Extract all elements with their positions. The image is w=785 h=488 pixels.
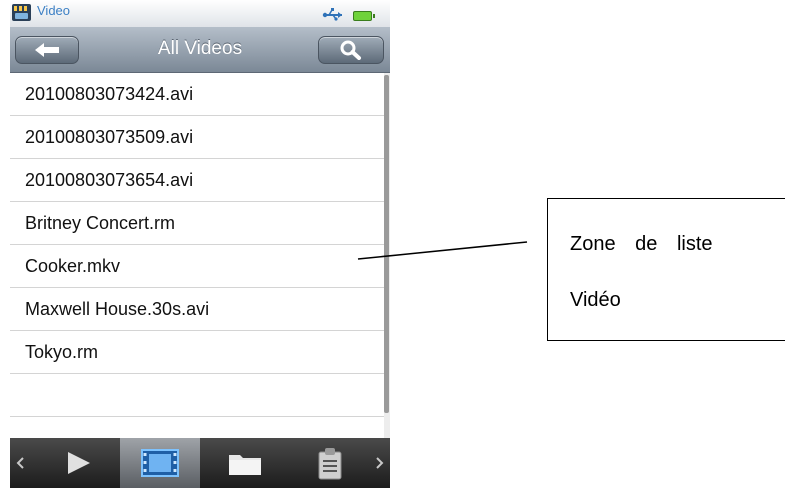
callout-text-line1: Zone de liste [570, 233, 713, 255]
callout-box: Zone de liste Vidéo [547, 198, 785, 341]
callout-text-line2: Vidéo [570, 289, 621, 311]
